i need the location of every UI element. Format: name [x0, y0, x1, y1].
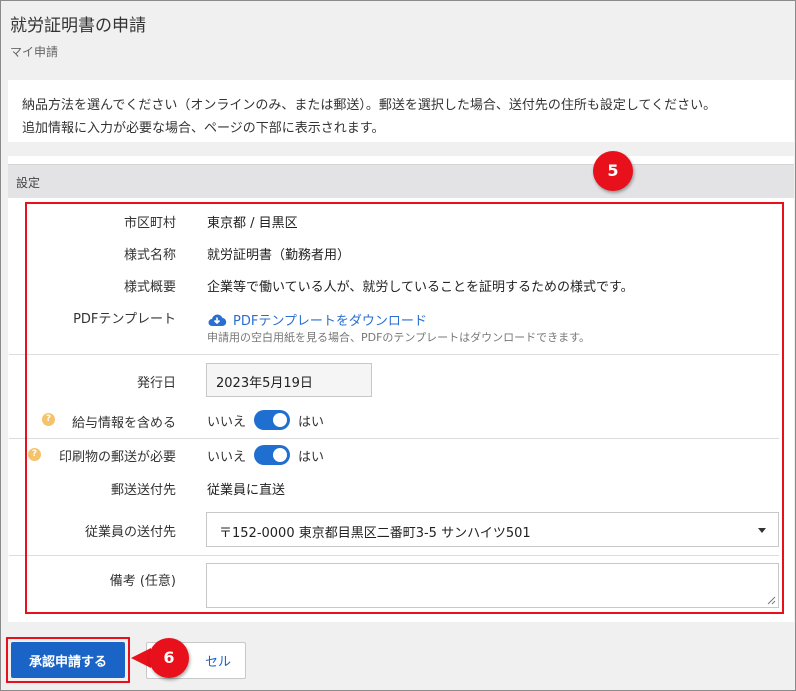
- page-header: 就労証明書の申請 マイ申請: [1, 1, 795, 78]
- switch-knob: [273, 448, 288, 462]
- mail-required-on-label: はい: [298, 449, 325, 465]
- include-salary-label: 給与情報を含める: [71, 416, 176, 431]
- mail-destination-label: 郵送送付先: [110, 483, 176, 498]
- remarks-textarea[interactable]: [206, 563, 779, 608]
- breadcrumb[interactable]: マイ申請: [10, 43, 58, 60]
- notice-line-2: 追加情報に入力が必要な場合、ページの下部に表示されます。: [22, 121, 385, 136]
- issue-date-input[interactable]: 2023年5月19日: [206, 363, 372, 397]
- mail-required-toggle: いいえ はい: [207, 445, 324, 465]
- include-salary-on-label: はい: [298, 414, 325, 430]
- cloud-download-icon: [208, 314, 227, 326]
- remarks-label: 備考 (任意): [109, 574, 176, 589]
- municipality-label: 市区町村: [123, 216, 176, 231]
- submit-approval-button[interactable]: 承認申請する: [11, 642, 125, 678]
- page-title: 就労証明書の申請: [10, 16, 146, 36]
- section-title: 設定: [16, 176, 41, 190]
- annotation-badge-6: 6: [149, 638, 189, 678]
- switch-knob: [273, 413, 288, 427]
- form-name-value: 就労証明書（勤務者用）: [207, 248, 351, 263]
- include-salary-toggle: いいえ はい: [207, 410, 324, 430]
- form-name-label: 様式名称: [123, 248, 176, 263]
- help-icon[interactable]: ?: [42, 413, 55, 426]
- submit-highlight-box: 承認申請する: [6, 637, 130, 683]
- mail-required-switch[interactable]: [254, 445, 291, 465]
- mail-destination-value: 従業員に直送: [207, 483, 286, 498]
- pdf-template-label: PDFテンプレート: [73, 312, 176, 327]
- resize-grip-icon[interactable]: [767, 596, 776, 605]
- employee-address-value: 〒152-0000 東京都目黒区二番町3-5 サンハイツ501: [219, 526, 531, 541]
- annotation-badge-5: 5: [593, 151, 633, 191]
- section-header: 設定: [8, 164, 794, 198]
- mail-required-label: 印刷物の郵送が必要: [58, 450, 176, 465]
- employee-address-select[interactable]: 〒152-0000 東京都目黒区二番町3-5 サンハイツ501: [206, 512, 779, 547]
- divider: [9, 438, 779, 439]
- notice-line-1: 納品方法を選んでください（オンラインのみ、または郵送）。郵送を選択した場合、送付…: [22, 98, 717, 113]
- pdf-download-text[interactable]: PDFテンプレートをダウンロード: [233, 310, 427, 329]
- issue-date-label: 発行日: [136, 376, 176, 391]
- instruction-notice: 納品方法を選んでください（オンラインのみ、または郵送）。郵送を選択した場合、送付…: [8, 80, 794, 142]
- pdf-template-hint: 申請用の空白用紙を見る場合、PDFのテンプレートはダウンロードできます。: [207, 331, 590, 344]
- employee-address-label: 従業員の送付先: [84, 525, 176, 540]
- annotation-arrow: [131, 648, 151, 668]
- form-summary-value: 企業等で働いている人が、就労していることを証明するための様式です。: [207, 280, 634, 295]
- pdf-download-link[interactable]: PDFテンプレートをダウンロード: [207, 310, 427, 329]
- include-salary-switch[interactable]: [254, 410, 291, 430]
- divider: [9, 354, 779, 355]
- help-icon[interactable]: ?: [28, 448, 41, 461]
- include-salary-off-label: いいえ: [207, 414, 247, 430]
- caret-down-icon: [758, 528, 766, 533]
- municipality-value: 東京都 / 目黒区: [207, 216, 298, 231]
- divider: [9, 555, 779, 556]
- mail-required-off-label: いいえ: [207, 449, 247, 465]
- form-summary-label: 様式概要: [123, 280, 176, 295]
